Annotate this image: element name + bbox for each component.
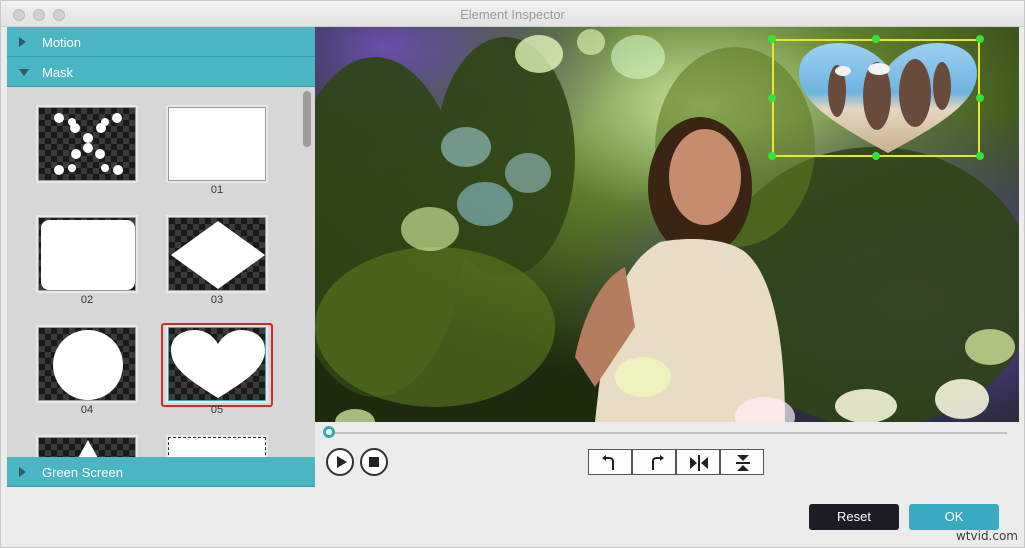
mask-thumb-dots-x[interactable] <box>38 107 136 181</box>
section-motion[interactable]: Motion <box>7 27 315 57</box>
flip-vertical-button[interactable] <box>720 449 764 475</box>
section-green-screen-label: Green Screen <box>42 465 123 480</box>
flip-horizontal-icon <box>690 455 708 471</box>
section-mask[interactable]: Mask <box>7 57 315 87</box>
pip-heart-clip <box>799 43 977 153</box>
bokeh-light <box>965 329 1015 365</box>
mask-shape-triangle <box>78 440 98 457</box>
mask-thumb-triangle[interactable] <box>38 437 136 457</box>
bokeh-light <box>577 29 605 55</box>
mask-scrollbar[interactable] <box>303 91 311 457</box>
mask-label-03: 03 <box>210 294 224 306</box>
mask-shape-circle <box>53 330 123 400</box>
mask-thumb-01[interactable] <box>168 107 266 181</box>
reset-button[interactable]: Reset <box>809 504 899 530</box>
mask-label-02: 02 <box>80 294 94 306</box>
timeline-scrubber[interactable] <box>323 426 1007 438</box>
mask-shape-dots-x <box>54 113 123 175</box>
mask-thumb-04[interactable] <box>38 327 136 401</box>
pip-handle[interactable] <box>976 152 984 160</box>
pip-handle[interactable] <box>768 35 776 43</box>
disclosure-right-icon <box>19 37 26 47</box>
mask-label-01: 01 <box>210 184 224 196</box>
section-motion-label: Motion <box>42 35 82 50</box>
stop-icon <box>369 457 379 467</box>
mask-shape-heart <box>171 330 265 398</box>
disclosure-right-icon <box>19 467 26 477</box>
pip-handle[interactable] <box>872 152 880 160</box>
pip-handle[interactable] <box>768 152 776 160</box>
mask-gallery: 01 02 03 04 05 <box>7 87 315 457</box>
stop-button[interactable] <box>360 448 388 476</box>
rotate-left-button[interactable] <box>588 449 632 475</box>
timeline-track[interactable] <box>329 432 1007 434</box>
title-bar: Element Inspector <box>1 1 1024 27</box>
section-green-screen[interactable]: Green Screen <box>7 457 315 487</box>
section-mask-label: Mask <box>42 65 74 80</box>
mask-thumb-05[interactable] <box>168 327 266 401</box>
play-icon <box>337 456 347 468</box>
bokeh-light <box>515 35 563 73</box>
pip-handle[interactable] <box>976 35 984 43</box>
mask-thumb-stamp[interactable] <box>168 437 266 457</box>
scrollbar-thumb[interactable] <box>303 91 311 147</box>
mask-thumb-02[interactable] <box>38 217 136 291</box>
rotate-right-icon <box>652 455 664 470</box>
flip-horizontal-button[interactable] <box>676 449 720 475</box>
watermark: wtvid.com <box>955 529 1018 543</box>
bokeh-light <box>835 389 897 422</box>
disclosure-down-icon <box>19 69 29 76</box>
ok-button[interactable]: OK <box>909 504 999 530</box>
flip-vertical-icon <box>736 455 750 471</box>
window-title: Element Inspector <box>460 7 565 22</box>
bokeh-light <box>457 182 513 226</box>
effects-panel: Motion Mask 01 02 03 04 05 Green Screen <box>7 27 315 487</box>
pip-handle[interactable] <box>872 35 880 43</box>
bokeh-light <box>615 357 671 397</box>
pip-handle[interactable] <box>976 94 984 102</box>
mask-shape-rounded-rect <box>41 220 135 290</box>
bokeh-light <box>611 35 665 79</box>
bokeh-light <box>935 379 989 419</box>
mask-label-04: 04 <box>80 404 94 416</box>
mask-thumb-03[interactable] <box>168 217 266 291</box>
rotate-left-icon <box>602 455 614 470</box>
bokeh-light <box>441 127 491 167</box>
playhead-knob[interactable] <box>323 426 335 438</box>
bokeh-light <box>505 153 551 193</box>
bokeh-light <box>401 207 459 251</box>
mask-shape-diamond <box>171 221 265 289</box>
pip-handle[interactable] <box>768 94 776 102</box>
play-button[interactable] <box>326 448 354 476</box>
rotate-right-button[interactable] <box>632 449 676 475</box>
mask-label-05: 05 <box>210 404 224 416</box>
element-inspector-window: Element Inspector Motion Mask 01 02 03 0… <box>0 0 1025 548</box>
